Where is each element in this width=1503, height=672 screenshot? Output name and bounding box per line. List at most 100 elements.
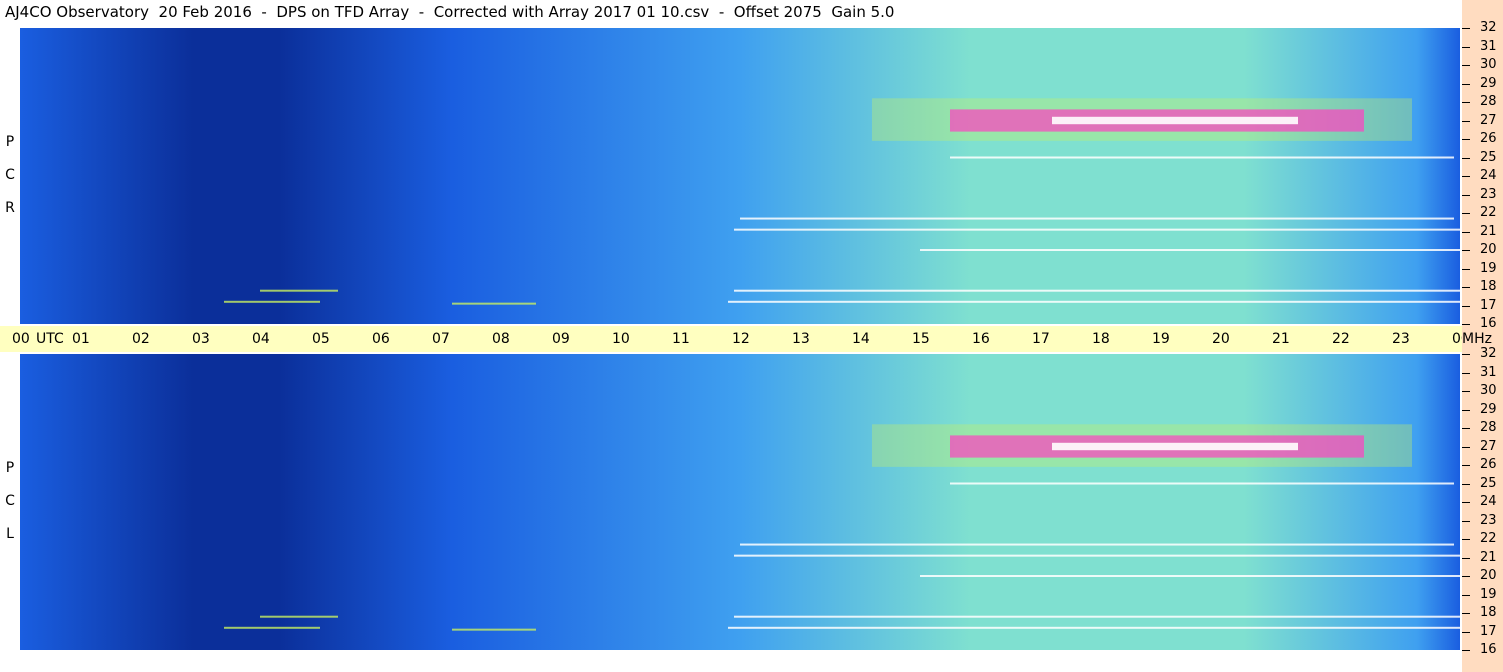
time-tick-label: 02 xyxy=(132,331,150,347)
frequency-tick-label: 25 xyxy=(1480,475,1497,491)
time-tick-label: 16 xyxy=(972,331,990,347)
frequency-tick-label: 28 xyxy=(1480,420,1497,435)
signal-peak xyxy=(1052,442,1298,451)
time-tick-label: 06 xyxy=(372,331,390,347)
frequency-tick xyxy=(1462,268,1470,270)
frequency-tick xyxy=(1462,613,1470,614)
frequency-tick-label: 24 xyxy=(1480,168,1497,183)
frequency-tick xyxy=(1462,354,1470,355)
time-tick-label: 17 xyxy=(1032,331,1050,347)
frequency-tick-label: 31 xyxy=(1480,364,1497,380)
frequency-tick-label: 29 xyxy=(1480,401,1497,417)
time-tick-label: 10 xyxy=(612,331,630,347)
time-tick-label: 13 xyxy=(792,331,810,347)
frequency-tick-label: 21 xyxy=(1480,223,1497,239)
spectrogram-background xyxy=(20,354,1460,650)
time-tick-label: 04 xyxy=(252,331,270,347)
frequency-tick xyxy=(1462,194,1470,196)
frequency-tick xyxy=(1462,502,1470,503)
carrier-line xyxy=(452,628,536,631)
interference-line xyxy=(734,615,1460,618)
frequency-tick xyxy=(1462,213,1470,214)
time-tick-label: 11 xyxy=(672,331,690,347)
lcp-letter-p: P xyxy=(5,460,15,476)
frequency-tick xyxy=(1462,305,1470,307)
frequency-tick-label: 25 xyxy=(1480,149,1497,165)
frequency-tick-label: 30 xyxy=(1480,383,1497,398)
frequency-tick xyxy=(1462,465,1470,466)
carrier-line xyxy=(260,615,338,618)
rcp-spectrogram xyxy=(20,28,1460,324)
frequency-tick xyxy=(1462,250,1470,251)
frequency-tick-label: 24 xyxy=(1480,494,1497,509)
frequency-tick xyxy=(1462,176,1470,177)
rcp-letter-p: P xyxy=(5,134,15,150)
interference-line xyxy=(740,543,1454,546)
time-tick-label: 01 xyxy=(72,331,90,347)
frequency-tick xyxy=(1462,576,1470,577)
frequency-tick xyxy=(1462,446,1470,448)
interference-line xyxy=(728,300,1460,303)
frequency-tick xyxy=(1462,409,1470,411)
frequency-tick xyxy=(1462,391,1470,392)
frequency-tick xyxy=(1462,594,1470,596)
time-tick-label: 20 xyxy=(1212,331,1230,347)
frequency-tick-label: 27 xyxy=(1480,438,1497,454)
spectrogram-background xyxy=(20,28,1460,324)
carrier-line xyxy=(224,626,320,629)
frequency-tick-label: 22 xyxy=(1480,205,1497,220)
chart-title: AJ4CO Observatory 20 Feb 2016 - DPS on T… xyxy=(5,3,895,21)
interference-line xyxy=(920,575,1460,577)
frequency-tick-label: 30 xyxy=(1480,57,1497,72)
time-tick-label: 12 xyxy=(732,331,750,347)
rcp-letter-r: R xyxy=(5,200,15,216)
frequency-tick xyxy=(1462,139,1470,140)
frequency-tick-label: 26 xyxy=(1480,457,1497,472)
time-tick-label: 00 xyxy=(12,331,30,347)
interference-line xyxy=(734,228,1460,231)
frequency-tick xyxy=(1462,102,1470,103)
spectrogram-svg xyxy=(20,28,1460,324)
time-tick-label: 22 xyxy=(1332,331,1350,347)
frequency-tick-label: 19 xyxy=(1480,586,1497,602)
frequency-tick xyxy=(1462,231,1470,233)
lcp-letter-c: C xyxy=(5,493,15,509)
frequency-tick-label: 16 xyxy=(1480,642,1497,657)
frequency-tick xyxy=(1462,83,1470,85)
frequency-tick xyxy=(1462,46,1470,48)
time-tick-label: 18 xyxy=(1092,331,1110,347)
time-tick-label: 05 xyxy=(312,331,330,347)
frequency-tick xyxy=(1462,557,1470,559)
frequency-tick-label: 22 xyxy=(1480,531,1497,546)
time-tick-label: 09 xyxy=(552,331,570,347)
frequency-tick xyxy=(1462,428,1470,429)
time-tick-label: 08 xyxy=(492,331,510,347)
time-unit-label: UTC xyxy=(36,331,64,347)
time-tick-label: 15 xyxy=(912,331,930,347)
frequency-tick-label: 29 xyxy=(1480,75,1497,91)
frequency-tick xyxy=(1462,631,1470,633)
carrier-line xyxy=(224,300,320,303)
frequency-unit: MHz xyxy=(1462,331,1492,347)
time-tick-label: 07 xyxy=(432,331,450,347)
frequency-tick xyxy=(1462,120,1470,122)
lcp-label: P C L xyxy=(0,452,20,551)
time-tick-label: 19 xyxy=(1152,331,1170,347)
spectrogram-svg xyxy=(20,354,1460,650)
frequency-tick-label: 19 xyxy=(1480,260,1497,276)
frequency-tick-label: 17 xyxy=(1480,623,1497,639)
carrier-line xyxy=(260,289,338,292)
interference-line xyxy=(950,482,1454,485)
frequency-tick xyxy=(1462,372,1470,374)
frequency-tick xyxy=(1462,28,1470,29)
frequency-tick-label: 27 xyxy=(1480,112,1497,128)
frequency-tick-label: 17 xyxy=(1480,297,1497,313)
frequency-tick xyxy=(1462,287,1470,288)
frequency-tick-label: 32 xyxy=(1480,346,1497,361)
frequency-tick-label: 21 xyxy=(1480,549,1497,565)
time-tick-label: 23 xyxy=(1392,331,1410,347)
frequency-tick xyxy=(1462,324,1470,325)
interference-line xyxy=(734,554,1460,557)
frequency-tick-label: 16 xyxy=(1480,316,1497,331)
frequency-tick-label: 31 xyxy=(1480,38,1497,54)
